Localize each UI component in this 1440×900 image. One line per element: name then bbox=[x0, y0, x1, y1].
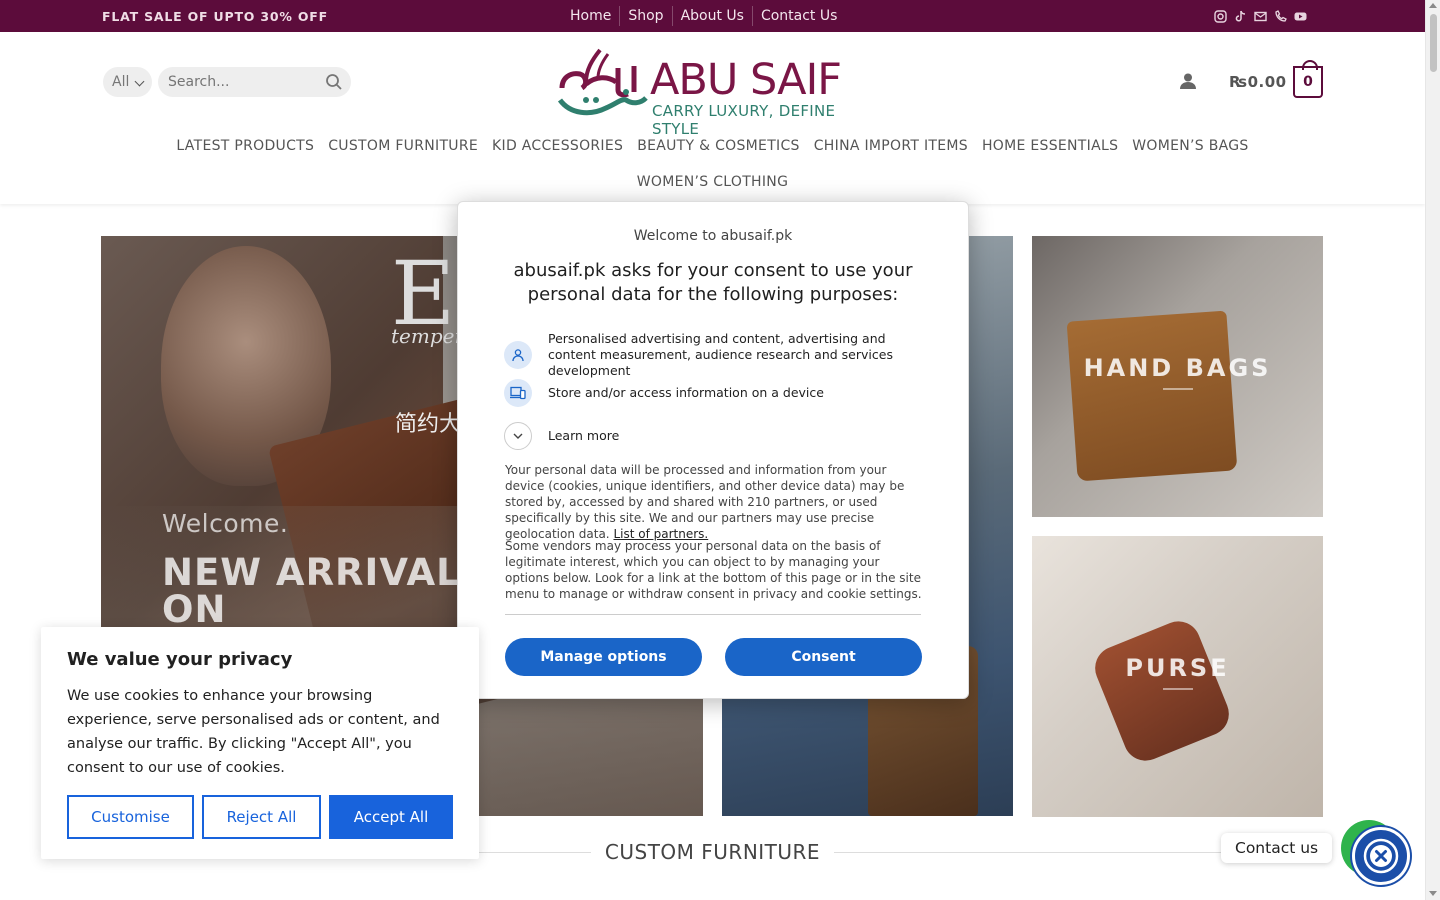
consent-modal: Welcome to abusaif.pk abusaif.pk asks fo… bbox=[457, 201, 969, 699]
site-header: All ABU SAIF CARRY LUXURY, DEFINE STYLE … bbox=[0, 32, 1425, 204]
search-icon[interactable] bbox=[325, 73, 343, 95]
nav-custom-furniture[interactable]: CUSTOM FURNITURE bbox=[321, 136, 485, 156]
accessibility-icon[interactable] bbox=[1352, 827, 1410, 885]
customise-button[interactable]: Customise bbox=[67, 795, 194, 839]
chevron-down-icon[interactable] bbox=[504, 422, 532, 450]
contact-us-label[interactable]: Contact us bbox=[1221, 833, 1333, 863]
cart-total[interactable]: ₨0.00 bbox=[1229, 73, 1287, 91]
logo-arabic-mark bbox=[557, 48, 648, 116]
top-nav-shop[interactable]: Shop bbox=[620, 6, 673, 26]
consent-divider bbox=[505, 614, 921, 615]
hero-image-chinese-text: 简约大 bbox=[395, 412, 462, 437]
nav-home-essentials[interactable]: HOME ESSENTIALS bbox=[975, 136, 1125, 156]
consent-paragraph-2: Some vendors may process your personal d… bbox=[505, 539, 922, 601]
top-bar: FLAT SALE OF UPTO 30% OFF Home Shop Abou… bbox=[0, 0, 1425, 32]
social-links bbox=[1214, 8, 1307, 23]
nav-womens-bags[interactable]: WOMEN’S BAGS bbox=[1125, 136, 1255, 156]
search-box bbox=[158, 67, 351, 97]
phone-icon[interactable] bbox=[1274, 8, 1287, 22]
consent-purpose-advertising-text: Personalised advertising and content, ad… bbox=[548, 331, 893, 378]
tile-purse[interactable]: PURSE bbox=[1032, 536, 1323, 817]
consent-purpose-advertising: Personalised advertising and content, ad… bbox=[504, 331, 924, 379]
hero-headline: NEW ARRIVALS ON bbox=[162, 551, 489, 631]
hero-image-text-small: temper bbox=[391, 324, 465, 348]
consent-welcome: Welcome to abusaif.pk bbox=[633, 228, 793, 244]
nav-latest-products[interactable]: LATEST PRODUCTS bbox=[169, 136, 321, 156]
top-nav-about[interactable]: About Us bbox=[673, 6, 753, 26]
consent-purpose-device-text: Store and/or access information on a dev… bbox=[548, 385, 824, 400]
cookie-banner-text: We use cookies to enhance your browsing … bbox=[67, 688, 440, 776]
consent-learn-more-label[interactable]: Learn more bbox=[548, 428, 619, 444]
top-nav: Home Shop About Us Contact Us bbox=[562, 6, 845, 26]
search-input[interactable] bbox=[158, 67, 308, 97]
manage-options-button[interactable]: Manage options bbox=[505, 638, 702, 676]
person-icon bbox=[504, 341, 532, 369]
consent-learn-more[interactable]: Learn more bbox=[504, 422, 924, 450]
tile-hand-bags[interactable]: HAND BAGS bbox=[1032, 236, 1323, 517]
accept-all-button[interactable]: Accept All bbox=[329, 795, 453, 839]
instagram-icon[interactable] bbox=[1214, 8, 1227, 23]
promo-text: FLAT SALE OF UPTO 30% OFF bbox=[102, 9, 328, 24]
cookie-banner-title: We value your privacy bbox=[67, 649, 293, 670]
logo-tagline: CARRY LUXURY, DEFINE STYLE bbox=[652, 102, 836, 138]
site-logo[interactable]: ABU SAIF CARRY LUXURY, DEFINE STYLE bbox=[556, 40, 868, 138]
reject-all-button[interactable]: Reject All bbox=[202, 795, 321, 839]
scroll-down-arrow-icon[interactable] bbox=[1429, 891, 1437, 896]
scroll-up-arrow-icon[interactable] bbox=[1429, 3, 1437, 8]
devices-icon bbox=[504, 379, 532, 407]
nav-womens-clothing[interactable]: WOMEN’S CLOTHING bbox=[630, 172, 795, 192]
nav-beauty-cosmetics[interactable]: BEAUTY & COSMETICS bbox=[630, 136, 807, 156]
scrollbar-thumb[interactable] bbox=[1430, 14, 1437, 72]
nav-kid-accessories[interactable]: KID ACCESSORIES bbox=[485, 136, 630, 156]
consent-heading: abusaif.pk asks for your consent to use … bbox=[513, 260, 913, 305]
consent-paragraph-1: Your personal data will be processed and… bbox=[505, 462, 923, 542]
tile-purse-label: PURSE bbox=[1032, 654, 1323, 690]
logo-brand: ABU SAIF bbox=[650, 55, 842, 105]
consent-purpose-device: Store and/or access information on a dev… bbox=[504, 379, 924, 407]
category-select[interactable]: All bbox=[103, 67, 152, 97]
section-title-text: CUSTOM FURNITURE bbox=[590, 840, 835, 864]
top-nav-contact[interactable]: Contact Us bbox=[753, 6, 845, 26]
youtube-icon[interactable] bbox=[1294, 8, 1307, 21]
hero-welcome-text: Welcome. bbox=[162, 509, 289, 538]
cookie-banner: We value your privacy We use cookies to … bbox=[41, 627, 479, 859]
tile-hand-bags-label: HAND BAGS bbox=[1032, 354, 1323, 390]
hand-bag-image bbox=[1066, 310, 1238, 482]
page-scrollbar[interactable] bbox=[1425, 0, 1440, 900]
mail-icon[interactable] bbox=[1254, 8, 1267, 22]
chevron-down-icon bbox=[134, 76, 145, 87]
category-select-value: All bbox=[112, 74, 130, 90]
purse-image bbox=[1088, 614, 1236, 768]
nav-china-import-items[interactable]: CHINA IMPORT ITEMS bbox=[807, 136, 975, 156]
tiktok-icon[interactable] bbox=[1234, 8, 1247, 22]
cart-count-badge[interactable]: 0 bbox=[1293, 60, 1323, 98]
account-icon[interactable] bbox=[1179, 72, 1197, 94]
main-nav: LATEST PRODUCTS CUSTOM FURNITURE KID ACC… bbox=[0, 136, 1425, 192]
top-nav-home[interactable]: Home bbox=[562, 6, 621, 26]
consent-button[interactable]: Consent bbox=[725, 638, 922, 676]
